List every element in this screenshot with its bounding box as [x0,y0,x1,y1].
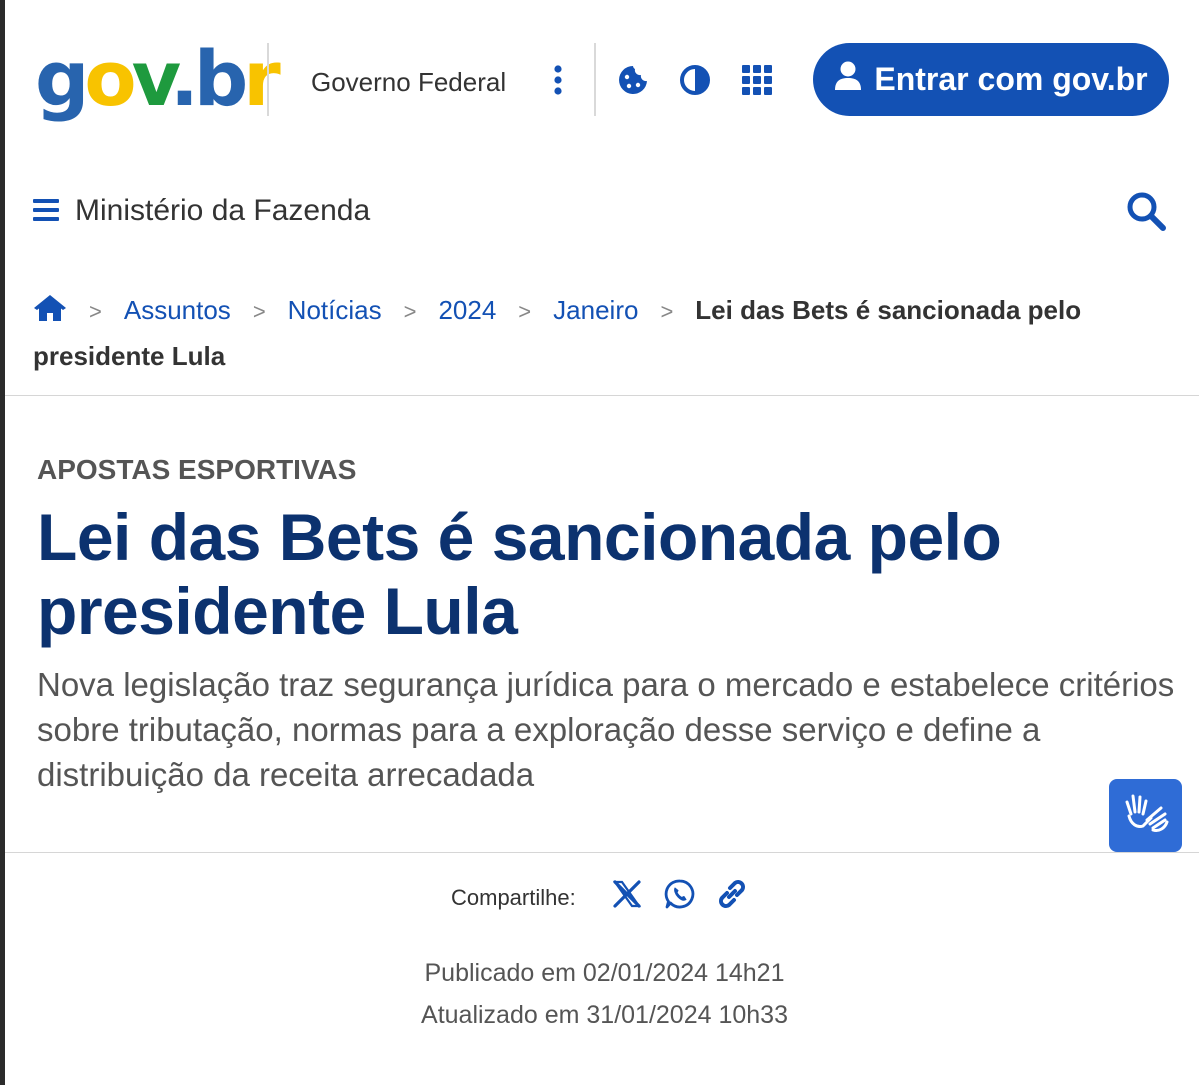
breadcrumb-assuntos[interactable]: Assuntos [124,295,231,325]
search-icon[interactable] [1125,190,1169,234]
share-bar: Compartilhe: [5,870,1199,920]
divider [5,852,1199,853]
breadcrumb-separator: > [252,299,266,324]
breadcrumb-noticias[interactable]: Notícias [288,295,382,325]
cookie-icon[interactable] [613,60,653,100]
governo-federal-label: Governo Federal [311,67,507,97]
breadcrumb-2024[interactable]: 2024 [438,295,496,325]
breadcrumb: > Assuntos > Notícias >2024 > Janeiro > Lei das … [33,288,1133,379]
contrast-icon[interactable] [675,60,715,100]
vlibras-accessibility-button[interactable] [1109,779,1182,852]
whatsapp-icon[interactable] [662,876,698,912]
logo-letter: r [243,34,281,123]
divider [5,395,1199,396]
apps-grid-icon[interactable] [737,60,777,100]
menu-icon[interactable] [33,197,63,227]
share-label: Compartilhe: [451,885,576,910]
home-icon[interactable] [33,292,67,322]
sign-language-hands-icon [1123,790,1169,841]
header-divider [267,43,269,116]
breadcrumb-separator: > [89,299,102,324]
logo-letter: v [131,34,175,123]
user-icon [834,61,862,99]
logo-letter: . [169,34,199,123]
top-header: gov.br Governo Federal Entrar com gov.br [5,0,1199,160]
logo-letter: g [35,34,89,123]
x-icon[interactable] [609,876,645,912]
article-dates: Publicado em 02/01/2024 14h21 Atualizado… [5,952,1199,1036]
header-divider [594,43,596,116]
gov-br-logo[interactable]: gov.br [35,34,281,124]
more-vertical-icon[interactable] [538,60,578,100]
ministry-nav: Ministério da Fazenda [5,185,1199,245]
login-button-label: Entrar com gov.br [874,61,1148,97]
logo-letter: b [193,34,248,123]
breadcrumb-separator: > [518,299,532,324]
breadcrumb-separator: > [403,299,417,324]
updated-date: Atualizado em 31/01/2024 10h33 [421,1001,788,1029]
login-button[interactable]: Entrar com gov.br [813,43,1169,116]
article-title: Lei das Bets é sancionada pelo president… [37,500,1002,648]
logo-letter: o [84,34,136,123]
ministry-title[interactable]: Ministério da Fazenda [75,193,370,229]
published-date: Publicado em 02/01/2024 14h21 [424,959,785,987]
breadcrumb-separator: > [660,299,674,324]
page: gov.br Governo Federal Entrar com gov.br… [0,0,1199,1085]
breadcrumb-janeiro[interactable]: Janeiro [553,295,638,325]
article-kicker: APOSTAS ESPORTIVAS [37,454,357,485]
link-icon[interactable] [714,876,750,912]
article-subtitle: Nova legislação traz segurança jurídica … [37,666,1175,793]
